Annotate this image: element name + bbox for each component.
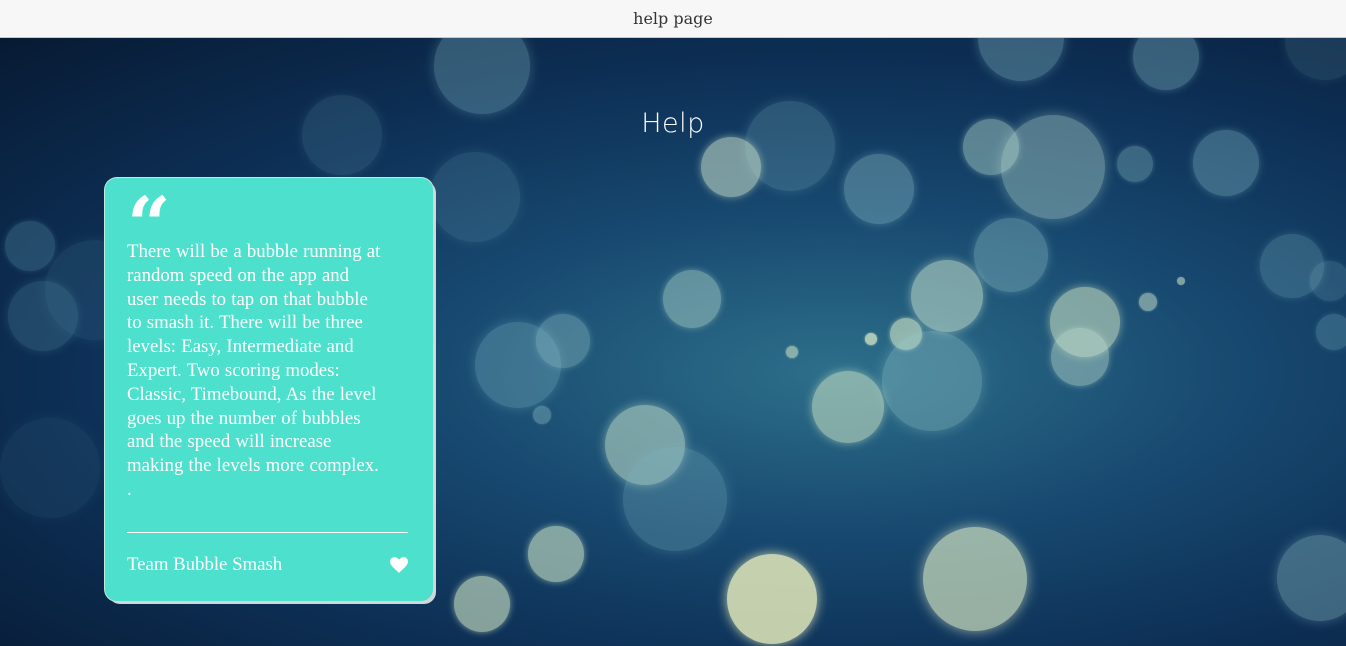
bokeh-circle xyxy=(812,371,884,443)
card-footer: Team Bubble Smash xyxy=(127,554,408,576)
bokeh-circle xyxy=(786,346,798,358)
bokeh-circle xyxy=(8,281,78,351)
help-description: There will be a bubble running at random… xyxy=(127,241,381,500)
bokeh-circle xyxy=(1193,130,1259,196)
bokeh-circle xyxy=(454,576,510,632)
help-card: “ There will be a bubble running at rand… xyxy=(105,178,433,601)
bokeh-circle xyxy=(1117,146,1153,182)
bokeh-circle xyxy=(1133,38,1199,90)
bokeh-circle xyxy=(663,270,721,328)
bokeh-circle xyxy=(1177,277,1185,285)
bokeh-circle xyxy=(1285,38,1346,80)
bokeh-circle xyxy=(623,447,727,551)
card-divider xyxy=(127,532,408,533)
bokeh-circle xyxy=(844,154,914,224)
window-titlebar: help page xyxy=(0,0,1346,38)
bokeh-circle xyxy=(1139,293,1157,311)
bokeh-circle xyxy=(1316,314,1346,350)
bokeh-circle xyxy=(1260,234,1324,298)
bokeh-circle xyxy=(1277,535,1346,621)
bokeh-circle xyxy=(727,554,817,644)
bokeh-circle xyxy=(882,331,982,431)
quote-mark-icon: “ xyxy=(127,180,171,269)
bokeh-circle xyxy=(430,152,520,242)
bokeh-circle xyxy=(536,314,590,368)
bokeh-circle xyxy=(475,322,561,408)
bokeh-circle xyxy=(0,418,100,518)
bokeh-circle xyxy=(1310,261,1346,301)
bokeh-circle xyxy=(5,221,55,271)
card-author: Team Bubble Smash xyxy=(127,554,283,575)
bokeh-circle xyxy=(865,333,877,345)
bokeh-circle xyxy=(701,137,761,197)
bokeh-circle xyxy=(434,38,530,114)
bokeh-circle xyxy=(974,218,1048,292)
page-title: Help xyxy=(641,108,705,139)
heart-icon[interactable] xyxy=(390,557,408,573)
bokeh-circle xyxy=(923,527,1027,631)
bokeh-circle xyxy=(528,526,584,582)
bokeh-circle xyxy=(911,260,983,332)
bokeh-circle xyxy=(890,318,922,350)
bokeh-background: Help “ There will be a bubble running at… xyxy=(0,38,1346,646)
window-title: help page xyxy=(633,9,713,28)
bokeh-circle xyxy=(978,38,1064,81)
bokeh-circle xyxy=(1051,328,1109,386)
bokeh-circle xyxy=(605,405,685,485)
bokeh-circle xyxy=(533,406,551,424)
bokeh-circle xyxy=(1050,287,1120,357)
